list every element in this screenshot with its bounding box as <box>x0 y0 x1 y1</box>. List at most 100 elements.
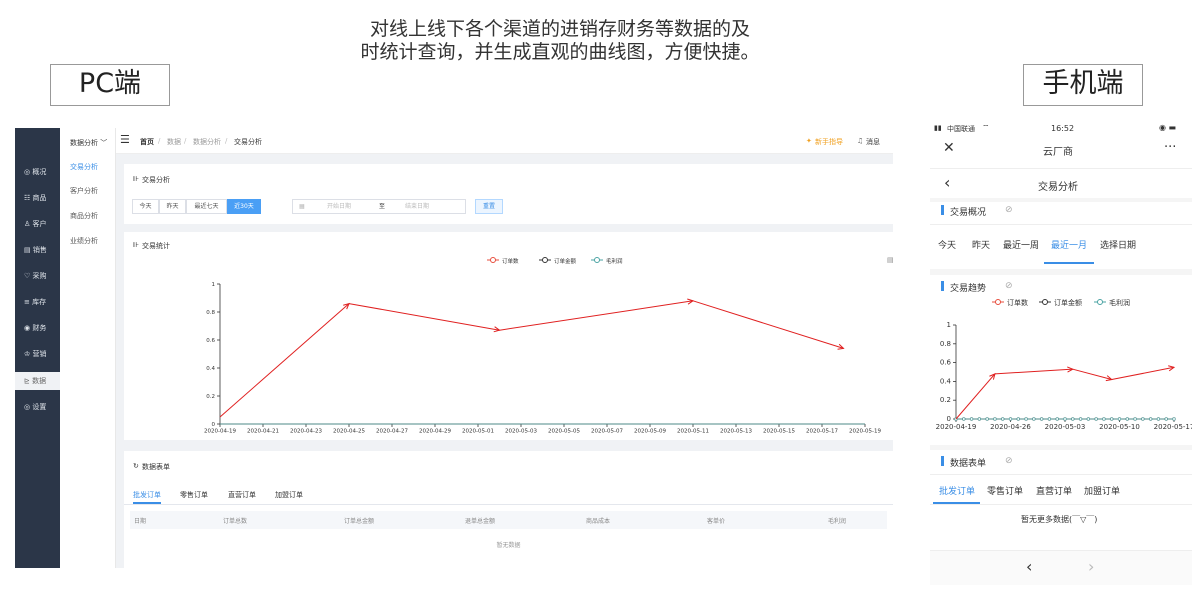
col-order-count: 订单总数 <box>223 518 248 525</box>
active-range-indicator <box>1044 262 1094 264</box>
divider <box>930 504 1192 505</box>
pc-x-tick-label: 2020-04-21 <box>247 429 279 435</box>
m-tab-wholesale[interactable]: 批发订单 <box>939 484 975 497</box>
more-icon[interactable]: ··· <box>1164 140 1176 155</box>
m-series-point <box>1086 417 1090 421</box>
sidebar-item-overview[interactable]: ◎ 概况 <box>15 166 60 178</box>
pc-trade-chart: 订单数 订单金额 毛利润 0 0.2 0.4 0.6 0.8 1 2020-04-19 2020-0… <box>204 257 881 435</box>
m-range-month[interactable]: 最近一月 <box>1051 238 1087 251</box>
m-y-tick-label: 0.6 <box>940 359 952 367</box>
m-x-tick-label: 2020-05-03 <box>1045 423 1086 431</box>
sidebar-item-settings[interactable]: ◎ 设置 <box>15 401 60 413</box>
m-range-week[interactable]: 最近一周 <box>1003 238 1039 251</box>
bar-chart-icon: ⊪ <box>133 175 140 183</box>
m-range-today[interactable]: 今天 <box>938 238 956 251</box>
submenu-goods-analysis[interactable]: 商品分析 <box>70 211 98 221</box>
sidebar-item-stock[interactable]: ≡ 库存 <box>15 296 60 308</box>
m-annotation-arrow <box>955 373 996 420</box>
divider <box>930 224 1192 225</box>
guide-link[interactable]: 新手指导 <box>815 137 843 147</box>
tab-direct[interactable]: 直营订单 <box>228 490 256 500</box>
section-marker <box>941 205 944 215</box>
m-x-tick-label: 2020-05-17 <box>1154 423 1192 431</box>
m-annotation-arrow <box>994 368 1073 375</box>
breadcrumb-data-analysis[interactable]: 数据分析 <box>193 137 221 147</box>
submenu-performance-analysis[interactable]: 业绩分析 <box>70 236 98 246</box>
headline-line-2: 时统计查询，并生成直观的曲线图，方便快捷。 <box>360 41 760 63</box>
m-legend-label: 订单数 <box>1007 298 1028 307</box>
pc-submenu: 数据分析 ﹀ 交易分析 客户分析 商品分析 业绩分析 <box>60 128 116 568</box>
submenu-title[interactable]: 数据分析 ﹀ <box>70 138 107 148</box>
back-icon[interactable]: ‹ <box>944 173 950 192</box>
help-icon[interactable]: ⊘ <box>1005 456 1013 466</box>
sidebar-item-purchase[interactable]: ♡ 采购 <box>15 270 60 282</box>
pc-x-tick-label: 2020-05-07 <box>591 429 623 435</box>
range-today-button[interactable]: 今天 <box>132 199 159 214</box>
sidebar-item-customer[interactable]: ♙ 客户 <box>15 218 60 230</box>
lightbulb-icon: ✦ <box>806 137 812 145</box>
range-yesterday-button[interactable]: 昨天 <box>159 199 186 214</box>
tab-franchise[interactable]: 加盟订单 <box>275 490 303 500</box>
bell-icon[interactable]: ♫ <box>857 137 863 145</box>
end-date-input[interactable]: 结束日期 <box>405 200 429 213</box>
m-series-point <box>1117 417 1122 421</box>
range-7days-button[interactable]: 最近七天 <box>186 199 227 214</box>
m-range-custom[interactable]: 选择日期 <box>1100 238 1136 251</box>
col-refund-amount: 退单总金额 <box>465 518 496 525</box>
m-series-point <box>1040 417 1044 421</box>
section-marker <box>941 456 944 466</box>
m-y-tick-label: 1 <box>947 321 951 329</box>
pc-x-tick-label: 2020-05-11 <box>677 429 709 435</box>
m-x-tick-label: 2020-05-10 <box>1099 423 1140 431</box>
pc-x-tick-label: 2020-04-23 <box>290 429 322 435</box>
pc-legend-marker <box>594 257 600 263</box>
divider <box>930 474 1192 475</box>
pc-legend-label: 毛利润 <box>606 257 623 265</box>
browser-back-icon[interactable]: ‹ <box>1026 557 1032 576</box>
reset-button[interactable]: 重置 <box>475 199 503 214</box>
range-30days-button[interactable]: 近30天 <box>227 199 261 214</box>
breadcrumb-data[interactable]: 数据 <box>167 137 181 147</box>
close-icon[interactable]: ✕ <box>943 140 955 156</box>
breadcrumb-home[interactable]: 首页 <box>140 137 154 147</box>
refresh-icon: ↻ <box>133 462 139 470</box>
m-tab-franchise[interactable]: 加盟订单 <box>1084 484 1120 497</box>
col-order-amount: 订单总金额 <box>344 518 375 525</box>
m-series-point <box>985 417 989 421</box>
tab-retail[interactable]: 零售订单 <box>180 490 208 500</box>
pc-x-tick-label: 2020-05-05 <box>548 429 580 435</box>
sidebar-item-goods[interactable]: ☷ 商品 <box>15 192 60 204</box>
start-date-input[interactable]: 开始日期 <box>327 200 351 213</box>
menu-toggle-icon[interactable]: ☰ <box>120 134 130 145</box>
m-series-point <box>1078 417 1083 421</box>
sidebar-item-data[interactable]: ⊵ 数据 <box>15 372 60 390</box>
m-tab-direct[interactable]: 直营订单 <box>1036 484 1072 497</box>
col-date: 日期 <box>134 518 147 525</box>
pc-sidebar: ◎ 概况 ☷ 商品 ♙ 客户 ▤ 销售 ♡ 采购 ≡ 库存 ◉ 财务 ♔ 营销 … <box>15 128 60 568</box>
mobile-screenshot: ▮▮ 中国联通 ⌔ 16:52 ◉ ▬ ✕ 云厂商 ··· ‹ 交易分析 交易概… <box>930 120 1192 585</box>
browser-forward-icon[interactable]: › <box>1088 557 1094 576</box>
pc-topbar: ☰ 首页 / 数据 / 数据分析 / 交易分析 ✦ 新手指导 ♫ 消息 <box>116 128 893 154</box>
sidebar-item-marketing[interactable]: ♔ 营销 <box>15 348 60 360</box>
messages-link[interactable]: 消息 <box>866 137 880 147</box>
pc-x-tick-label: 2020-05-13 <box>720 429 752 435</box>
m-series-point <box>1024 417 1028 421</box>
overview-title: 交易概况 <box>950 208 987 218</box>
breadcrumb-current: 交易分析 <box>234 138 262 146</box>
m-series-point <box>1016 417 1020 421</box>
table-card-title: 数据表单 <box>142 463 170 471</box>
m-y-tick-label: 0 <box>947 415 951 423</box>
signal-icon: ▮▮ <box>934 124 942 132</box>
m-series-point <box>962 417 966 421</box>
submenu-customer-analysis[interactable]: 客户分析 <box>70 186 98 196</box>
sidebar-item-sales[interactable]: ▤ 销售 <box>15 244 60 256</box>
m-series-point <box>1141 417 1145 421</box>
m-tab-retail[interactable]: 零售订单 <box>987 484 1023 497</box>
sidebar-item-finance[interactable]: ◉ 财务 <box>15 322 60 334</box>
m-range-yesterday[interactable]: 昨天 <box>972 238 990 251</box>
tab-wholesale[interactable]: 批发订单 <box>133 490 161 500</box>
submenu-trade-analysis[interactable]: 交易分析 <box>70 162 98 172</box>
help-icon[interactable]: ⊘ <box>1005 205 1013 215</box>
pc-x-tick-label: 2020-05-03 <box>505 429 537 435</box>
date-range-picker[interactable]: ▦ 开始日期 至 结束日期 <box>292 199 466 214</box>
